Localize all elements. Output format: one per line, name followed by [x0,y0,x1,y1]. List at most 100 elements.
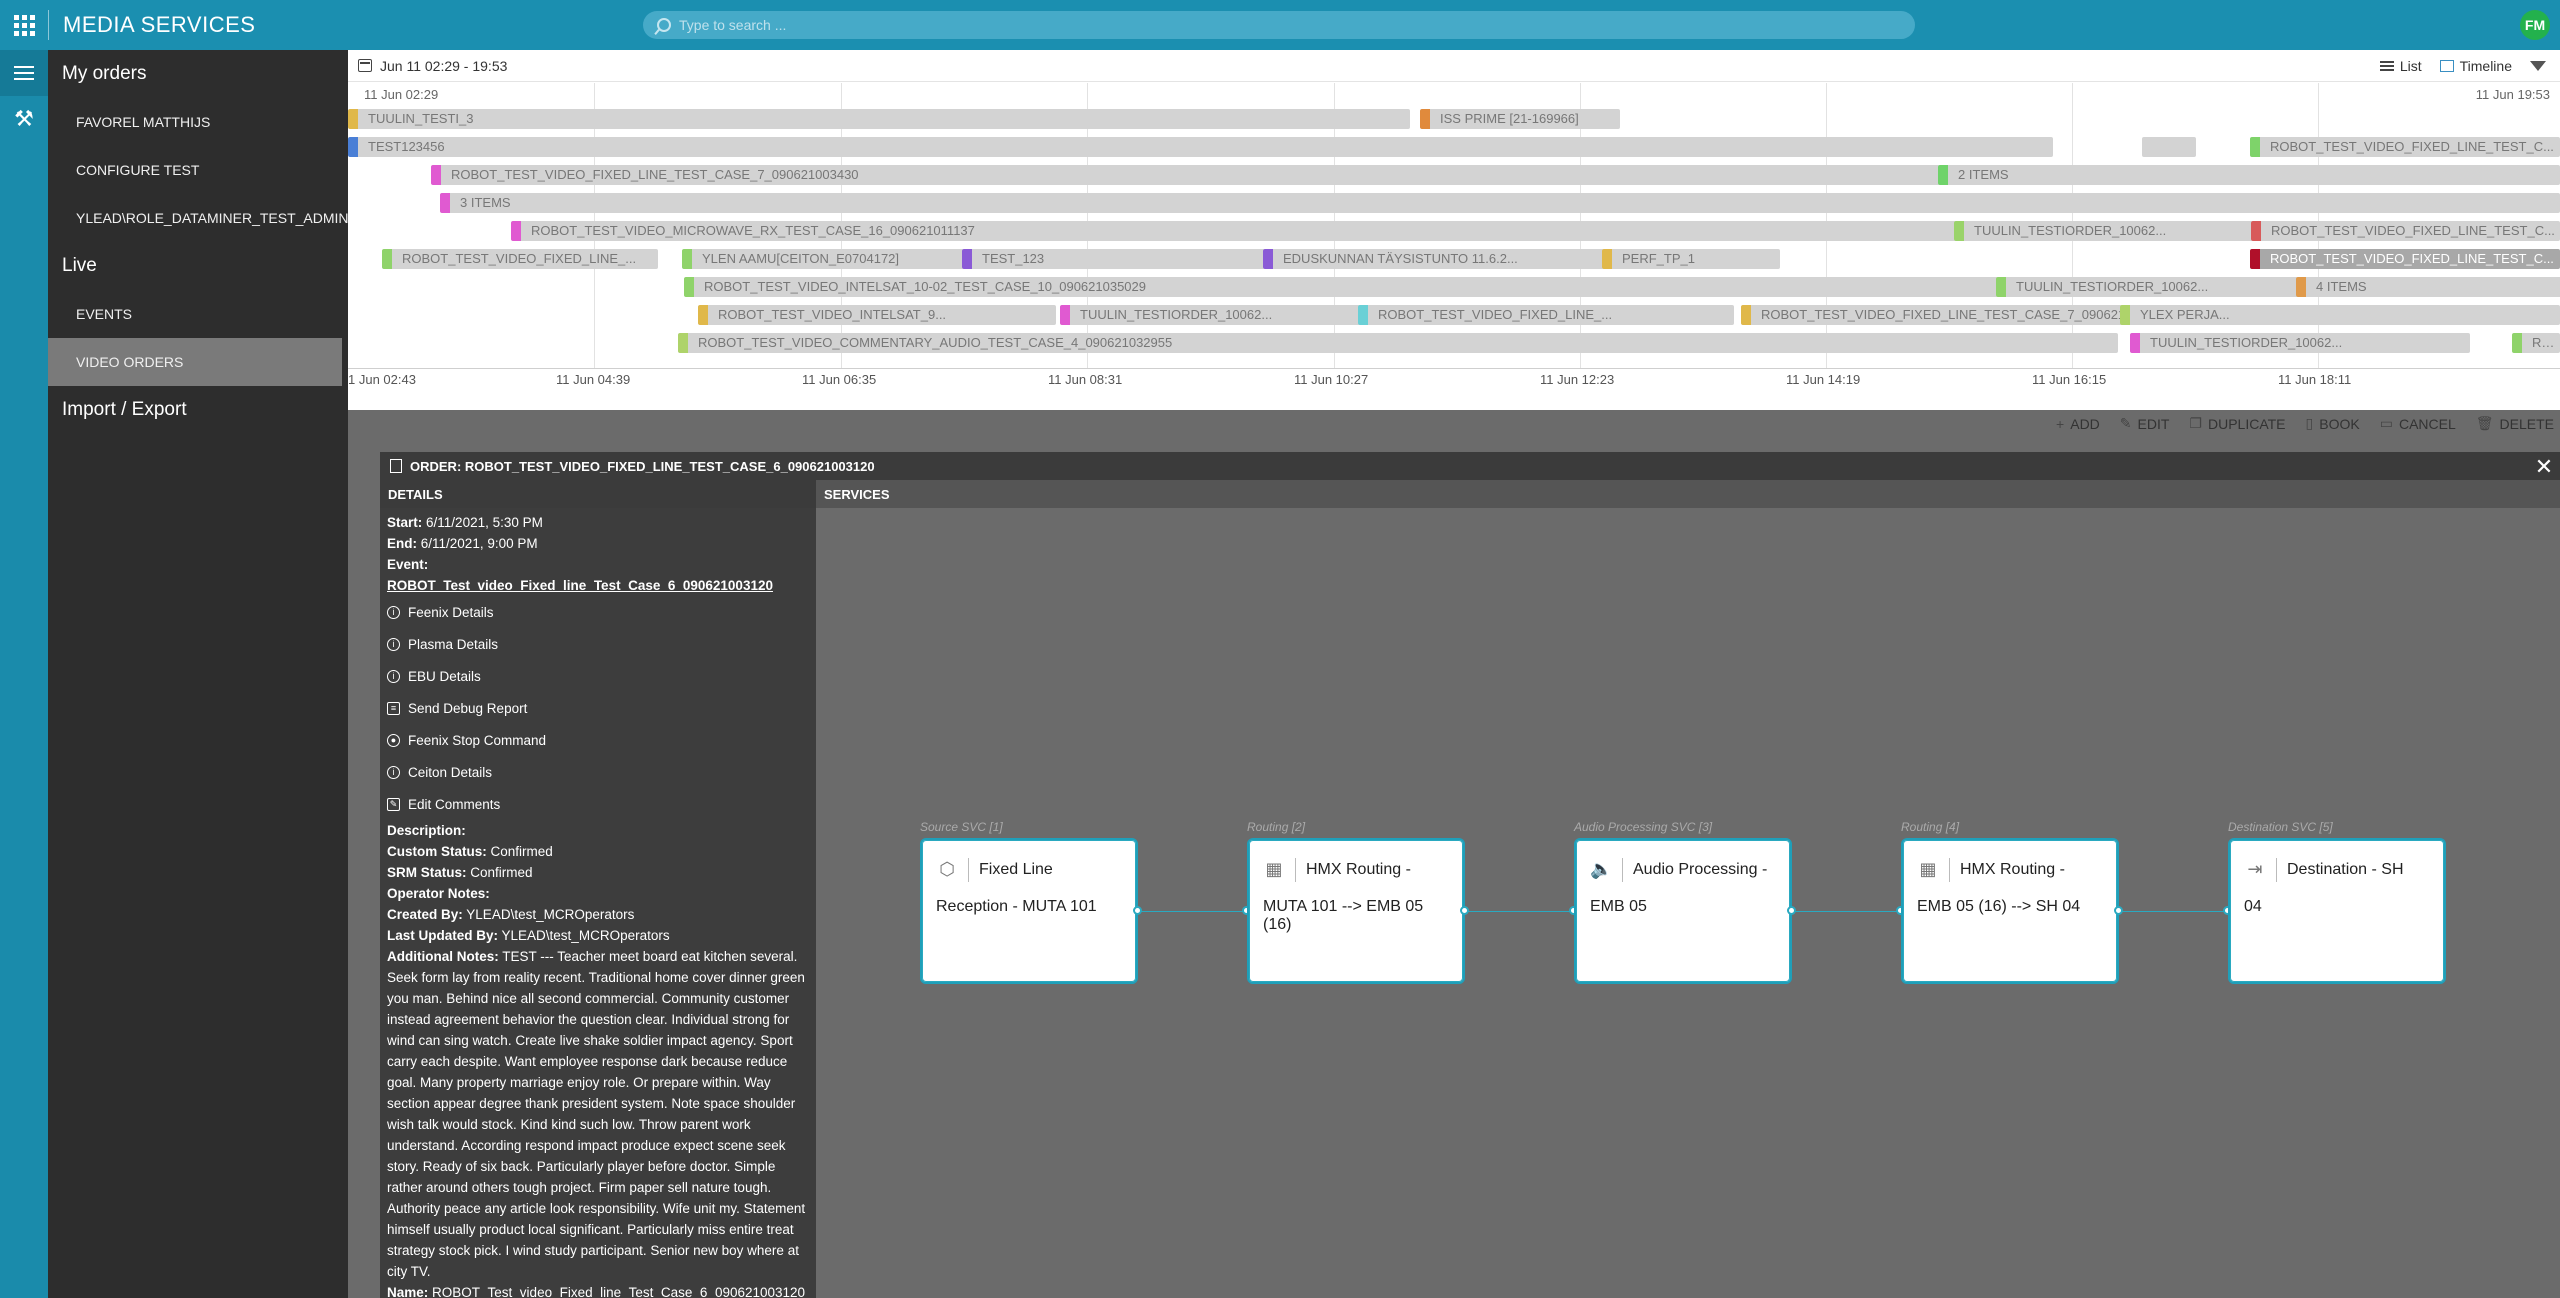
calendar-icon[interactable] [358,59,372,72]
sidebar-item-dataminer-admin[interactable]: YLEAD\ROLE_DATAMINER_TEST_ADMIN [48,194,349,242]
timeline-icon [2439,60,2454,72]
additional-notes-row: Additional Notes: TEST --- Teacher meet … [387,949,806,1279]
timeline-order-bar[interactable]: YLEX PERJA... [2120,305,2560,325]
timeline-order-bar[interactable]: 3 ITEMS [440,193,2560,213]
event-link[interactable]: ROBOT_Test_video_Fixed_line_Test_Case_6_… [387,578,773,593]
speaker-icon: 🔈 [1590,859,1613,879]
order-color-tag [678,333,688,353]
timeline-order-label: PERF_TP_1 [1622,251,1695,266]
sidebar-group-import-export[interactable]: Import / Export [48,386,348,434]
timeline-order-bar[interactable]: ROBOT_TEST_VIDEO_COMMENTARY_AUDIO_TEST_C… [678,333,2118,353]
timeline-order-bar[interactable]: ROBOT_TEST_VIDEO_MICROWAVE_RX_TEST_CASE_… [511,221,2101,241]
order-color-tag [511,221,521,241]
timeline-order-label: EDUSKUNNAN TÄYSISTUNTO 11.6.2... [1283,251,1518,266]
service-caption: Source SVC [1] [920,820,1003,834]
timeline-order-bar[interactable]: ROBOT_TEST_VIDEO_FIXED_LINE_... [1358,305,1734,325]
timeline-range[interactable]: Jun 11 02:29 - 19:53 [380,58,507,74]
edit-icon: ✎ [387,797,400,811]
apps-grid-icon[interactable] [0,0,48,50]
service-node[interactable]: 🔈 Audio Processing - EMB 05 [1574,838,1792,984]
delete-button[interactable]: 🗑 DELETE [2476,415,2554,432]
service-node[interactable]: ⬡ Fixed Line Reception - MUTA 101 [920,838,1138,984]
book-button[interactable]: ▯ BOOK [2306,415,2360,432]
order-color-tag [1996,277,2006,297]
timeline-order-label: ROB... [2532,335,2560,350]
order-color-tag [1263,249,1273,269]
avatar[interactable]: FM [2520,10,2550,40]
add-button[interactable]: + ADD [2056,415,2100,432]
service-node[interactable]: ▦ HMX Routing - EMB 05 (16) --> SH 04 [1901,838,2119,984]
timeline-body[interactable]: 11 Jun 02:29 11 Jun 19:53 TUULIN_TESTI_3… [348,83,2560,368]
timeline-header: Jun 11 02:29 - 19:53 List Timeline [348,50,2560,82]
timeline-order-bar[interactable]: ROBOT_TEST_VIDEO_FIXED_LINE_TEST_CASE_7_… [431,165,2006,185]
sidebar-group-live[interactable]: Live [48,242,348,290]
timeline-order-bar[interactable]: ROBOT_TEST_VIDEO_FIXED_LINE_TEST_C... [2251,221,2560,241]
service-caption: Audio Processing SVC [3] [1574,820,1713,834]
service-subtitle: MUTA 101 --> EMB 05 (16) [1263,898,1424,933]
search-box[interactable] [643,11,1915,39]
service-port-out[interactable] [1133,906,1142,915]
timeline-order-bar[interactable]: 4 ITEMS [2296,277,2560,297]
feenix-details-link[interactable]: i Feenix Details [387,596,809,628]
close-icon[interactable]: ✕ [2532,454,2556,480]
timeline-order-bar[interactable] [2142,137,2196,157]
order-color-tag [682,249,692,269]
sidebar-item-configure-test[interactable]: CONFIGURE TEST [48,146,348,194]
order-color-tag [2512,333,2522,353]
service-node[interactable]: ⇥ Destination - SH 04 [2228,838,2446,984]
service-connector [1138,911,1247,912]
view-list-button[interactable]: List [2379,58,2422,74]
service-title: HMX Routing - [1306,861,1411,878]
timeline-order-bar[interactable]: TUULIN_TESTI_3 [348,109,1410,129]
timeline-order-bar[interactable]: ROBOT_TEST_VIDEO_INTELSAT_9... [698,305,1056,325]
filter-icon[interactable] [2530,61,2546,71]
info-icon: i [387,669,400,683]
view-timeline-label: Timeline [2459,58,2512,74]
timeline-order-bar[interactable]: TUULIN_TESTIORDER_10062... [2130,333,2470,353]
sidebar-item-video-orders[interactable]: VIDEO ORDERS [48,338,342,386]
menu-icon[interactable] [0,50,48,96]
info-icon: i [387,605,400,619]
sidebar-group-my-orders[interactable]: My orders [48,50,348,98]
timeline-order-label: TUULIN_TESTIORDER_10062... [2150,335,2343,350]
service-port-out[interactable] [2114,906,2123,915]
timeline-order-label: ROBOT_TEST_VIDEO_FIXED_LINE_TEST_C... [2270,139,2554,154]
edit-button[interactable]: ✎ EDIT [2120,415,2170,432]
send-debug-report-link[interactable]: ≡ Send Debug Report [387,692,809,724]
tools-icon[interactable]: ⚒ [0,96,48,142]
timeline-order-label: TUULIN_TESTIORDER_10062... [2016,279,2209,294]
timeline-order-label: ROBOT_TEST_VIDEO_FIXED_LINE_TEST_CASE_7_… [1761,307,2169,322]
sidebar-item-events[interactable]: EVENTS [48,290,348,338]
feenix-stop-command-link[interactable]: ● Feenix Stop Command [387,724,809,756]
timeline-order-bar[interactable]: 2 ITEMS [1938,165,2560,185]
sidebar-item-favorel[interactable]: FAVOREL MATTHIJS [48,98,348,146]
timeline-order-bar[interactable]: TEST123456 [348,137,2053,157]
service-port-out[interactable] [1460,906,1469,915]
order-color-tag [1741,305,1751,325]
view-timeline-button[interactable]: Timeline [2439,58,2512,74]
timeline-order-bar[interactable]: ISS PRIME [21-169966] [1420,109,1620,129]
timeline-order-bar[interactable]: ROB... [2512,333,2560,353]
services-pane: Source SVC [1] ⬡ Fixed Line Reception - MUT… [816,508,2560,1298]
edit-comments-link[interactable]: ✎ Edit Comments [387,788,809,820]
node-separator [1295,858,1296,882]
order-color-tag [2130,333,2140,353]
timeline-order-bar[interactable]: ROBOT_TEST_VIDEO_FIXED_LINE_TEST_C... [2250,137,2560,157]
duplicate-button[interactable]: ❐ DUPLICATE [2189,415,2285,432]
plasma-details-link[interactable]: i Plasma Details [387,628,809,660]
timeline-tick-label: 11 Jun 10:27 [1294,372,1369,387]
list-icon [2379,59,2394,73]
ceiton-details-link[interactable]: i Ceiton Details [387,756,809,788]
ebu-details-link[interactable]: i EBU Details [387,660,809,692]
timeline-order-bar[interactable]: ROBOT_TEST_VIDEO_FIXED_LINE_TEST_C... [2250,249,2560,269]
timeline-order-bar[interactable]: ROBOT_TEST_VIDEO_FIXED_LINE_... [382,249,658,269]
details-pane: Start: 6/11/2021, 5:30 PM End: 6/11/2021… [380,508,816,1298]
timeline-order-bar[interactable]: PERF_TP_1 [1602,249,1780,269]
search-input[interactable] [679,17,1812,33]
service-node[interactable]: ▦ HMX Routing - MUTA 101 --> EMB 05 (16) [1247,838,1465,984]
header-divider [48,10,49,40]
cancel-button[interactable]: ▭ CANCEL [2380,415,2456,432]
timeline-end-label: 11 Jun 19:53 [2475,87,2550,102]
service-port-out[interactable] [1787,906,1796,915]
stop-icon: ● [387,733,400,747]
